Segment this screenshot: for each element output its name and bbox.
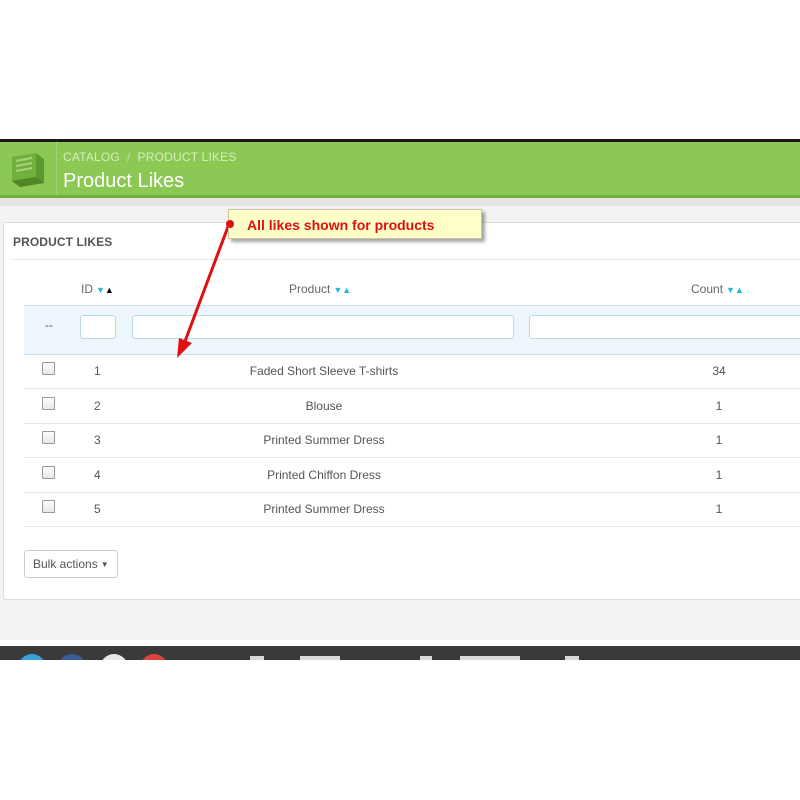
bottom-taskbar — [0, 646, 800, 660]
google-plus-icon[interactable] — [140, 654, 168, 660]
taskbar-text-fragment — [420, 656, 432, 660]
taskbar-text-fragment — [300, 656, 340, 660]
annotation-text: All likes shown for products — [247, 217, 435, 233]
facebook-icon[interactable] — [58, 654, 86, 660]
share-icon[interactable] — [100, 654, 128, 660]
taskbar-text-fragment — [250, 656, 264, 660]
taskbar-text-fragment — [460, 656, 520, 660]
annotation-callout: All likes shown for products — [228, 209, 482, 239]
twitter-icon[interactable] — [18, 654, 46, 660]
taskbar-text-fragment — [565, 656, 579, 660]
annotation-arrow — [177, 223, 231, 358]
